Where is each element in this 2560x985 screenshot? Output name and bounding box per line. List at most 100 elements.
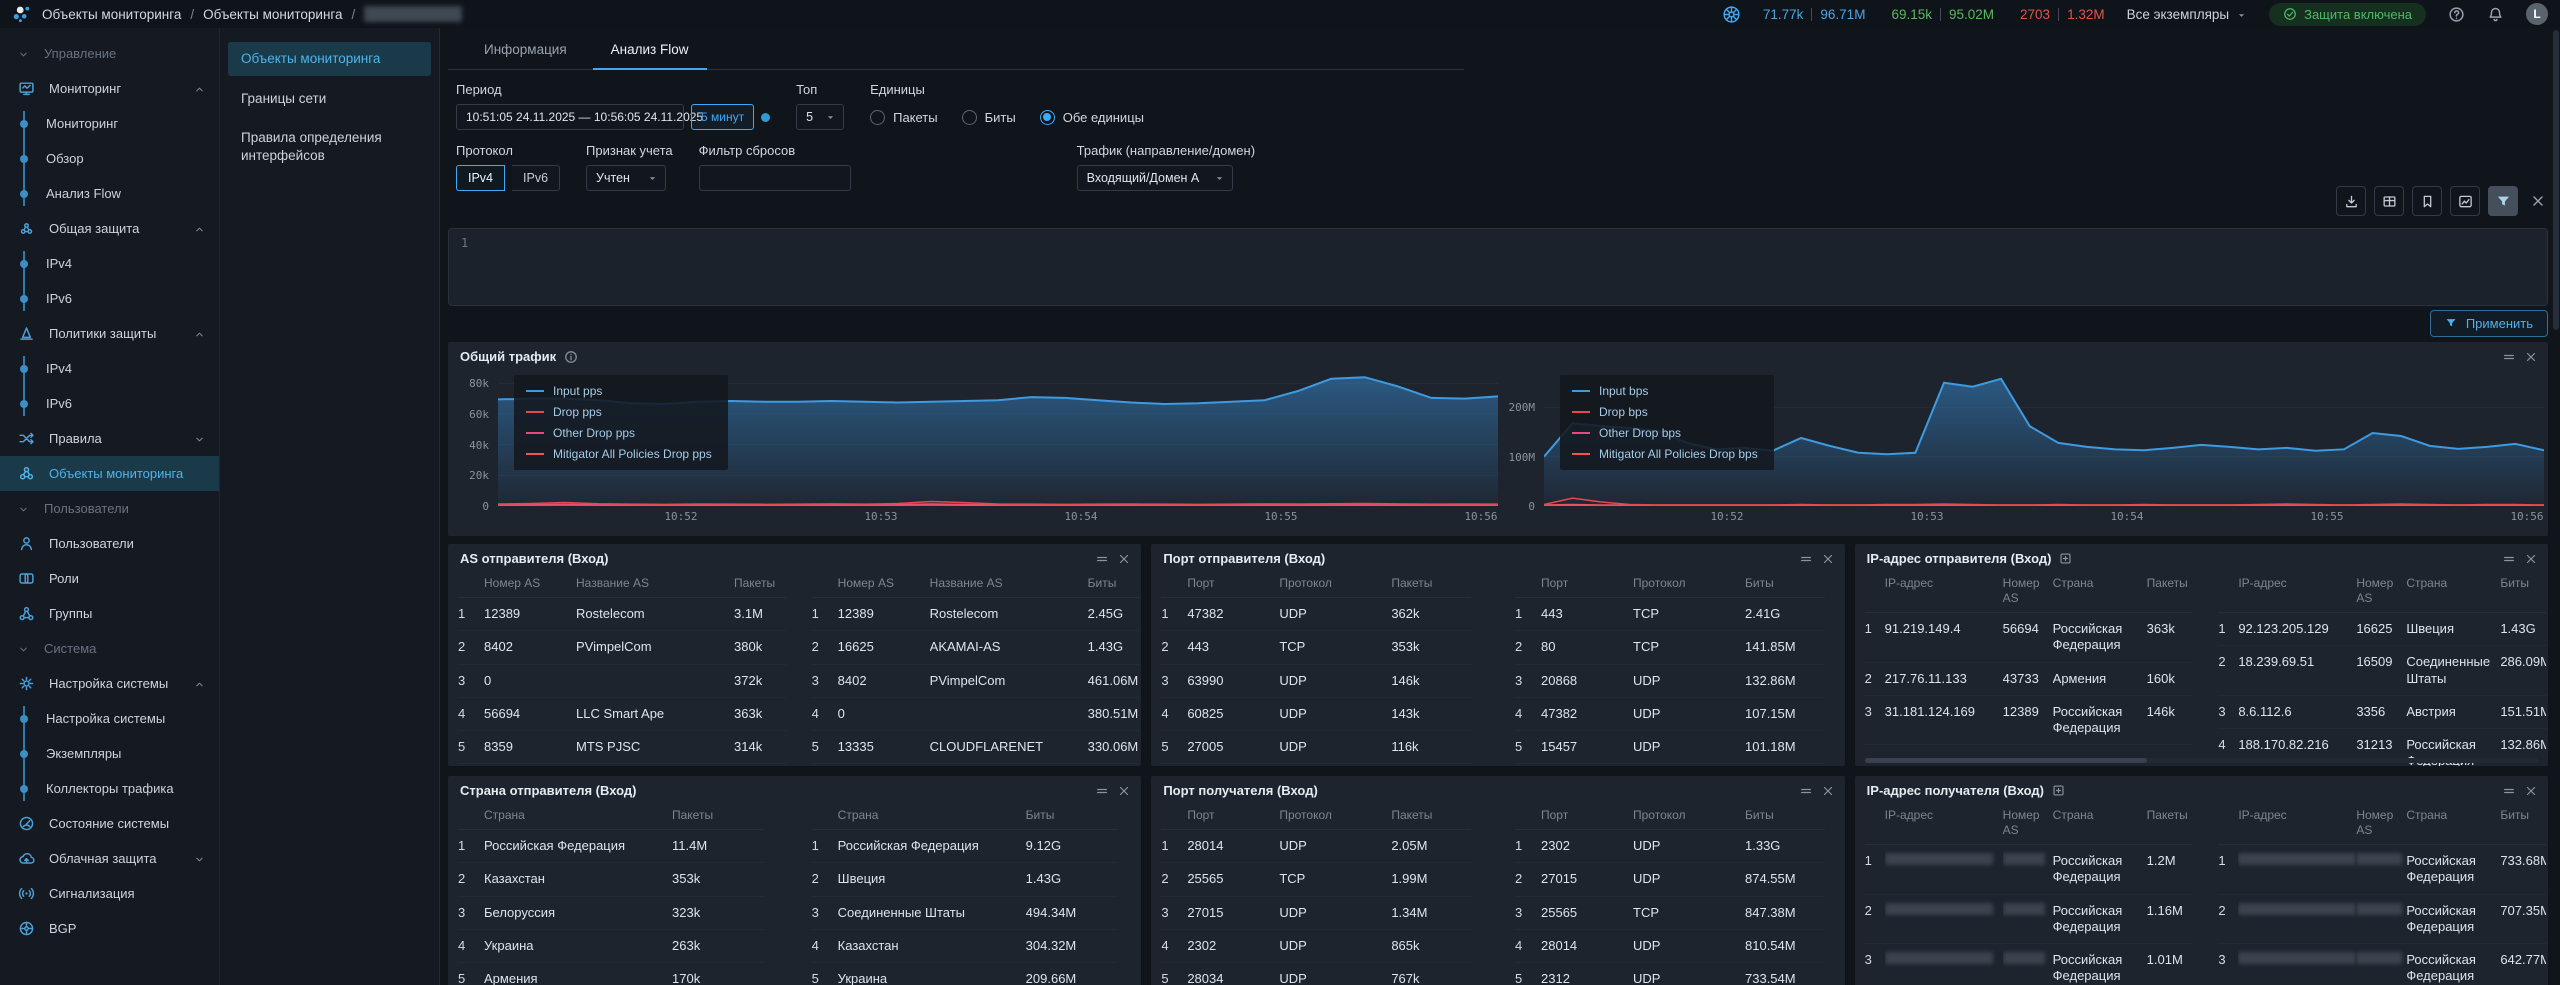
close-filters-icon[interactable] [2530,193,2546,209]
download-button[interactable] [2336,186,2366,216]
panel-menu-icon[interactable] [1799,784,1813,798]
column-header[interactable]: Пакеты [2147,802,2193,845]
column-header[interactable]: Номер AS [2003,802,2053,845]
drop-filter-input[interactable] [699,165,851,191]
column-header[interactable]: Порт [1187,570,1279,598]
panel-menu-icon[interactable] [2502,552,2516,566]
horizontal-scrollbar[interactable] [1865,758,2538,763]
instances-dropdown[interactable]: Все экземпляры [2127,7,2248,22]
sidebar-subitem[interactable]: IPv6 [0,281,219,316]
column-header[interactable]: Номер AS [2356,802,2406,845]
column-header[interactable]: Страна [2053,802,2147,845]
chart-view-button[interactable] [2450,186,2480,216]
column-header[interactable]: Страна [2053,570,2147,613]
panel-close-icon[interactable] [2524,784,2538,798]
panel-menu-icon[interactable] [2502,784,2516,798]
sidebar-item[interactable]: Политики защиты [0,316,219,351]
column-header[interactable]: Номер AS [838,570,930,598]
column-header[interactable]: Порт [1187,802,1279,830]
plot-area[interactable]: Input bps Drop bps Other Drop bps Mitigator… [1544,368,2544,506]
column-header[interactable]: IP-адрес [2238,802,2356,845]
radio-option[interactable]: Пакеты [870,110,938,125]
column-header[interactable]: Номер AS [2003,570,2053,613]
sidebar-item[interactable]: Правила [0,421,219,456]
panel-close-icon[interactable] [1821,784,1835,798]
traffic-select[interactable]: Входящий/Домен А [1077,165,1233,191]
plot-area[interactable]: Input ppsDrop ppsOther Drop ppsMitigator… [498,368,1498,506]
period-preset-button[interactable]: 5 минут [691,104,754,130]
column-header[interactable]: Страна [484,802,672,830]
protocol-button[interactable]: IPv6 [512,165,560,191]
tab-active[interactable]: Анализ Flow [589,28,711,70]
breadcrumb-item[interactable]: Объекты мониторинга [42,7,181,22]
mitigation-wheel-icon[interactable] [1722,5,1741,24]
notifications-bell-icon[interactable] [2487,6,2504,23]
sidebar-subitem[interactable]: Обзор [0,141,219,176]
column-header[interactable]: Страна [838,802,1026,830]
sidebar-item[interactable]: BGP [0,911,219,946]
panel-menu-icon[interactable] [1095,784,1109,798]
tab-inactive[interactable]: Информация [462,28,589,70]
subnav-item[interactable]: Объекты мониторинга [228,42,431,76]
column-header[interactable]: Биты [2500,802,2546,845]
column-header[interactable]: Биты [1026,802,1118,830]
legend-item[interactable]: Drop bps [1572,405,1758,419]
column-header[interactable]: Номер AS [484,570,576,598]
column-header[interactable]: Протокол [1633,570,1745,598]
column-header[interactable]: Название AS [576,570,734,598]
sidebar-subitem[interactable]: Мониторинг [0,106,219,141]
legend-item[interactable]: Input bps [1572,384,1758,398]
info-icon[interactable] [564,350,578,364]
sidebar-subitem[interactable]: IPv6 [0,386,219,421]
column-header[interactable]: Пакеты [672,802,764,830]
legend-item[interactable]: Mitigator All Policies Drop bps [1572,447,1758,461]
sidebar-item[interactable]: Группы [0,596,219,631]
legend-item[interactable]: Mitigator All Policies Drop pps [526,447,712,461]
sidebar-subitem[interactable]: Коллекторы трафика [0,771,219,806]
sidebar-item[interactable]: Сигнализация [0,876,219,911]
radio-option[interactable]: Обе единицы [1040,110,1144,125]
sidebar-subitem[interactable]: Экземпляры [0,736,219,771]
column-header[interactable]: Пакеты [734,570,786,598]
sidebar-subitem[interactable]: IPv4 [0,351,219,386]
user-avatar[interactable]: L [2526,3,2548,25]
vertical-scrollbar[interactable] [2553,30,2559,981]
accounting-select[interactable]: Учтен [586,165,666,191]
column-header[interactable]: Пакеты [1391,570,1471,598]
sidebar-item[interactable]: Мониторинг [0,71,219,106]
legend-item[interactable]: Drop pps [526,405,712,419]
sidebar-subitem[interactable]: IPv4 [0,246,219,281]
sidebar-section-header[interactable]: Управление [0,36,219,71]
column-header[interactable]: Биты [1745,570,1825,598]
subnav-item[interactable]: Правила определения интерфейсов [228,121,431,172]
column-header[interactable]: Пакеты [2147,570,2193,613]
legend-item[interactable]: Other Drop bps [1572,426,1758,440]
sidebar-item[interactable]: Роли [0,561,219,596]
sidebar-item[interactable]: Общая защита [0,211,219,246]
column-header[interactable]: Название AS [930,570,1088,598]
column-header[interactable]: IP-адрес [1885,570,2003,613]
column-header[interactable]: Биты [1088,570,1140,598]
panel-menu-icon[interactable] [2502,350,2516,364]
panel-close-icon[interactable] [2524,350,2538,364]
sidebar-item[interactable]: Пользователи [0,526,219,561]
column-header[interactable]: Биты [1745,802,1825,830]
column-header[interactable]: Биты [2500,570,2546,613]
sidebar-section-header[interactable]: Пользователи [0,491,219,526]
column-header[interactable]: Протокол [1279,570,1391,598]
column-header[interactable]: Протокол [1279,802,1391,830]
stat-pair[interactable]: 27031.32M [2020,7,2105,22]
sidebar-item[interactable]: Объекты мониторинга [0,456,219,491]
panel-menu-icon[interactable] [1095,552,1109,566]
protection-status-badge[interactable]: Защита включена [2269,3,2426,26]
protocol-button[interactable]: IPv4 [456,165,505,191]
column-header[interactable]: Протокол [1633,802,1745,830]
app-logo-icon[interactable] [12,4,32,24]
column-header[interactable]: Порт [1541,802,1633,830]
expand-icon[interactable] [2059,552,2072,565]
subnav-item[interactable]: Границы сети [228,82,431,116]
column-header[interactable]: IP-адрес [2238,570,2356,613]
sidebar-item[interactable]: Настройка системы [0,666,219,701]
bookmark-button[interactable] [2412,186,2442,216]
breadcrumb-item-redacted[interactable] [364,6,462,22]
